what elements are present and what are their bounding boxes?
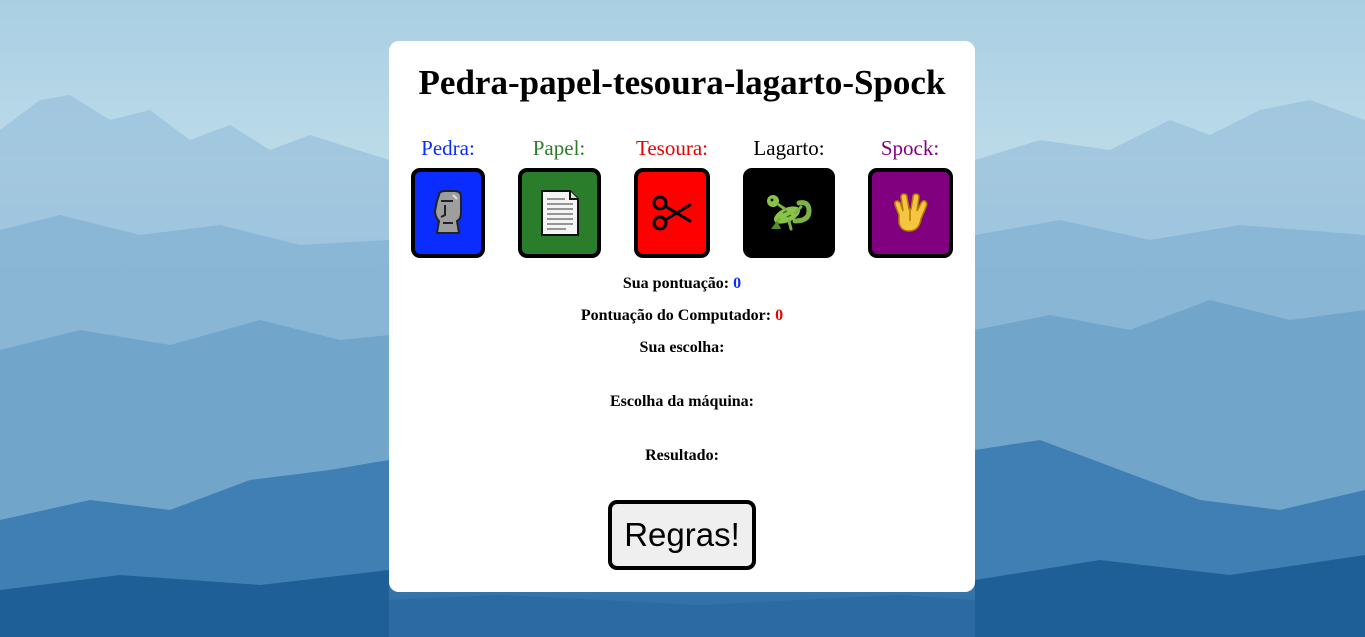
rules-button[interactable]: Regras! <box>608 500 756 570</box>
page-title: Pedra-papel-tesoura-lagarto-Spock <box>418 63 946 102</box>
choice-label-tesoura: Tesoura: <box>635 136 708 160</box>
computer-score-value: 0 <box>775 307 784 324</box>
choice-lagarto: Lagarto: <box>743 136 835 258</box>
choice-label-lagarto: Lagarto: <box>753 136 825 160</box>
machine-choice-label: Escolha da máquina: <box>609 393 755 410</box>
choice-label-spock: Spock: <box>880 136 940 160</box>
user-score-value: 0 <box>733 275 742 292</box>
spock-button[interactable] <box>868 168 953 258</box>
your-choice-label: Sua escolha: <box>639 339 725 356</box>
result: Resultado: <box>389 447 975 465</box>
computer-score-label: Pontuação do Computador: <box>580 307 772 324</box>
choice-spock: Spock: <box>868 136 953 258</box>
user-score: Sua pontuação: 0 <box>389 275 975 293</box>
choice-papel: Papel: <box>518 136 601 258</box>
computer-score: Pontuação do Computador: 0 <box>389 307 975 325</box>
page-icon <box>540 190 579 236</box>
pedra-button[interactable] <box>411 168 485 258</box>
result-label: Resultado: <box>645 447 719 464</box>
tesoura-button[interactable] <box>634 168 710 258</box>
papel-button[interactable] <box>518 168 601 258</box>
choice-tesoura: Tesoura: <box>632 136 712 258</box>
machine-choice: Escolha da máquina: <box>389 393 975 411</box>
choice-pedra: Pedra: <box>411 136 485 258</box>
choice-label-pedra: Pedra: <box>421 136 475 160</box>
moai-icon <box>433 190 462 234</box>
choice-label-papel: Papel: <box>532 136 586 160</box>
vulcan-salute-icon <box>893 193 928 232</box>
lagarto-button[interactable] <box>743 168 835 258</box>
lizard-icon <box>767 195 812 231</box>
user-score-label: Sua pontuação: <box>622 275 730 292</box>
game-card: Pedra-papel-tesoura-lagarto-Spock Pedra:… <box>389 41 975 592</box>
your-choice: Sua escolha: <box>389 339 975 357</box>
scissors-icon <box>652 195 692 231</box>
